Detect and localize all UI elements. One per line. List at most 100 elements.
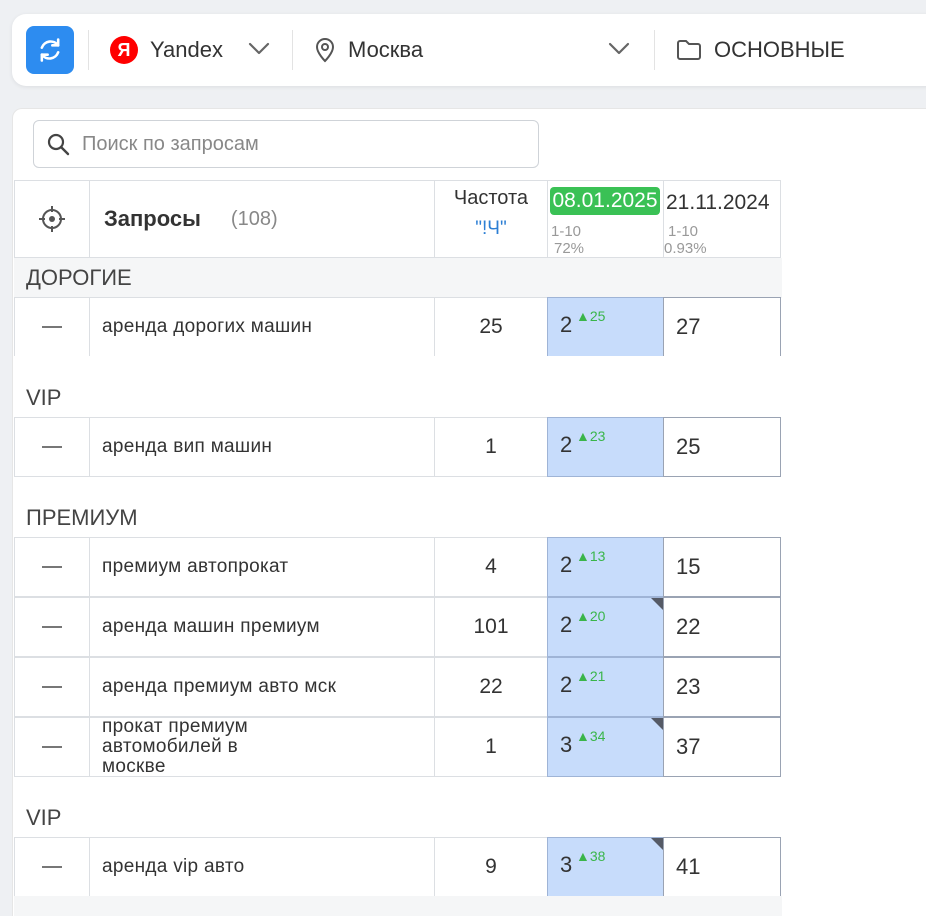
query-text[interactable]: аренда вип машин — [89, 417, 435, 477]
minus-icon — [42, 866, 62, 868]
queries-label: Запросы — [104, 206, 201, 231]
frequency-type: "!Ч" — [475, 218, 507, 239]
position-delta: ▲20 — [576, 608, 606, 624]
remove-query-button[interactable] — [14, 417, 90, 477]
query-text[interactable]: премиум автопрокат — [89, 537, 435, 597]
query-text[interactable]: прокат премиум автомобилей в москве — [89, 717, 435, 777]
search-placeholder: Поиск по запросам — [82, 132, 259, 155]
date-badge: 08.01.2025 — [550, 187, 660, 215]
position-cell[interactable]: 2 ▲23 — [547, 417, 664, 477]
remove-query-button[interactable] — [14, 537, 90, 597]
frequency-value: 4 — [434, 537, 548, 597]
location-pin-icon — [315, 38, 335, 63]
refresh-button[interactable] — [26, 26, 74, 74]
date-column-header-2[interactable]: 21.11.2024 1-10 0.93% — [663, 180, 781, 258]
group-header: ДОРОГИЕ — [14, 258, 782, 298]
previous-position-value: 27 — [676, 314, 701, 339]
date-range: 1-10 — [551, 223, 582, 240]
region-label: Москва — [348, 37, 424, 62]
position-value: 2 — [560, 312, 573, 337]
crosshair-icon — [39, 206, 65, 232]
region-select[interactable]: Москва — [314, 36, 423, 64]
folder-icon — [677, 40, 701, 60]
previous-position-cell[interactable]: 22 — [663, 597, 781, 657]
remove-query-button[interactable] — [14, 297, 90, 357]
frequency-value: 1 — [434, 717, 548, 777]
folder-label: ОСНОВНЫЕ — [714, 37, 845, 62]
chevron-down-icon[interactable] — [608, 42, 630, 56]
position-value: 2 — [560, 672, 573, 697]
divider — [654, 30, 655, 70]
frequency-value: 22 — [434, 657, 548, 717]
minus-icon — [42, 326, 62, 328]
search-input[interactable]: Поиск по запросам — [33, 120, 539, 168]
engine-label: Yandex — [150, 37, 223, 62]
position-cell[interactable]: 2 ▲21 — [547, 657, 664, 717]
locate-button[interactable] — [14, 180, 90, 258]
corner-flag-icon — [651, 598, 663, 610]
folder-select[interactable]: ОСНОВНЫЕ — [676, 36, 845, 64]
previous-position-cell[interactable]: 41 — [663, 837, 781, 897]
frequency-value: 1 — [434, 417, 548, 477]
minus-icon — [42, 746, 62, 748]
minus-icon — [42, 566, 62, 568]
position-cell[interactable]: 2 ▲20 — [547, 597, 664, 657]
search-icon — [47, 133, 70, 156]
frequency-value: 9 — [434, 837, 548, 897]
position-value: 3 — [560, 732, 573, 757]
date-column-header-1[interactable]: 08.01.2025 1-10 72% — [547, 180, 664, 258]
previous-position-value: 22 — [676, 614, 701, 639]
minus-icon — [42, 686, 62, 688]
chevron-down-icon[interactable] — [248, 42, 270, 56]
search-engine-select[interactable]: Я Yandex — [110, 36, 223, 64]
group-spacer — [14, 356, 782, 380]
query-text[interactable]: аренда vip авто — [89, 837, 435, 897]
position-cell[interactable]: 3 ▲34 — [547, 717, 664, 777]
position-cell[interactable]: 2 ▲13 — [547, 537, 664, 597]
remove-query-button[interactable] — [14, 597, 90, 657]
corner-flag-icon — [651, 838, 663, 850]
date-visibility: 72% — [554, 240, 585, 257]
group-header: VIP — [14, 798, 782, 838]
position-cell[interactable]: 3 ▲38 — [547, 837, 664, 897]
position-cell[interactable]: 2 ▲25 — [547, 297, 664, 357]
previous-position-value: 23 — [676, 674, 701, 699]
previous-position-cell[interactable]: 25 — [663, 417, 781, 477]
query-text[interactable]: аренда машин премиум — [89, 597, 435, 657]
corner-flag-icon — [651, 718, 663, 730]
previous-position-value: 25 — [676, 434, 701, 459]
queries-header[interactable]: Запросы (108) — [89, 180, 435, 258]
frequency-value: 25 — [434, 297, 548, 357]
minus-icon — [42, 446, 62, 448]
remove-query-button[interactable] — [14, 717, 90, 777]
query-text[interactable]: аренда премиум авто мск — [89, 657, 435, 717]
date-range: 1-10 — [668, 223, 699, 240]
previous-position-cell[interactable]: 37 — [663, 717, 781, 777]
remove-query-button[interactable] — [14, 837, 90, 897]
minus-icon — [42, 626, 62, 628]
previous-position-value: 37 — [676, 734, 701, 759]
position-delta: ▲23 — [576, 428, 606, 444]
refresh-icon — [40, 38, 60, 62]
frequency-label: Частота — [453, 187, 529, 209]
position-value: 2 — [560, 432, 573, 457]
date-visibility: 0.93% — [664, 240, 707, 257]
frequency-header[interactable]: Частота "!Ч" — [434, 180, 548, 258]
position-delta: ▲25 — [576, 308, 606, 324]
group-spacer — [14, 896, 782, 916]
results-panel: Поиск по запросам Запросы (108) Частота … — [12, 108, 926, 916]
previous-position-cell[interactable]: 27 — [663, 297, 781, 357]
position-value: 3 — [560, 852, 573, 877]
previous-position-cell[interactable]: 15 — [663, 537, 781, 597]
divider — [88, 30, 89, 70]
group-header: VIP — [14, 378, 782, 418]
query-text[interactable]: аренда дорогих машин — [89, 297, 435, 357]
position-delta: ▲34 — [576, 728, 606, 744]
date-label: 21.11.2024 — [666, 191, 770, 214]
previous-position-value: 15 — [676, 554, 701, 579]
previous-position-cell[interactable]: 23 — [663, 657, 781, 717]
remove-query-button[interactable] — [14, 657, 90, 717]
position-value: 2 — [560, 612, 573, 637]
position-delta: ▲21 — [576, 668, 606, 684]
position-delta: ▲13 — [576, 548, 606, 564]
